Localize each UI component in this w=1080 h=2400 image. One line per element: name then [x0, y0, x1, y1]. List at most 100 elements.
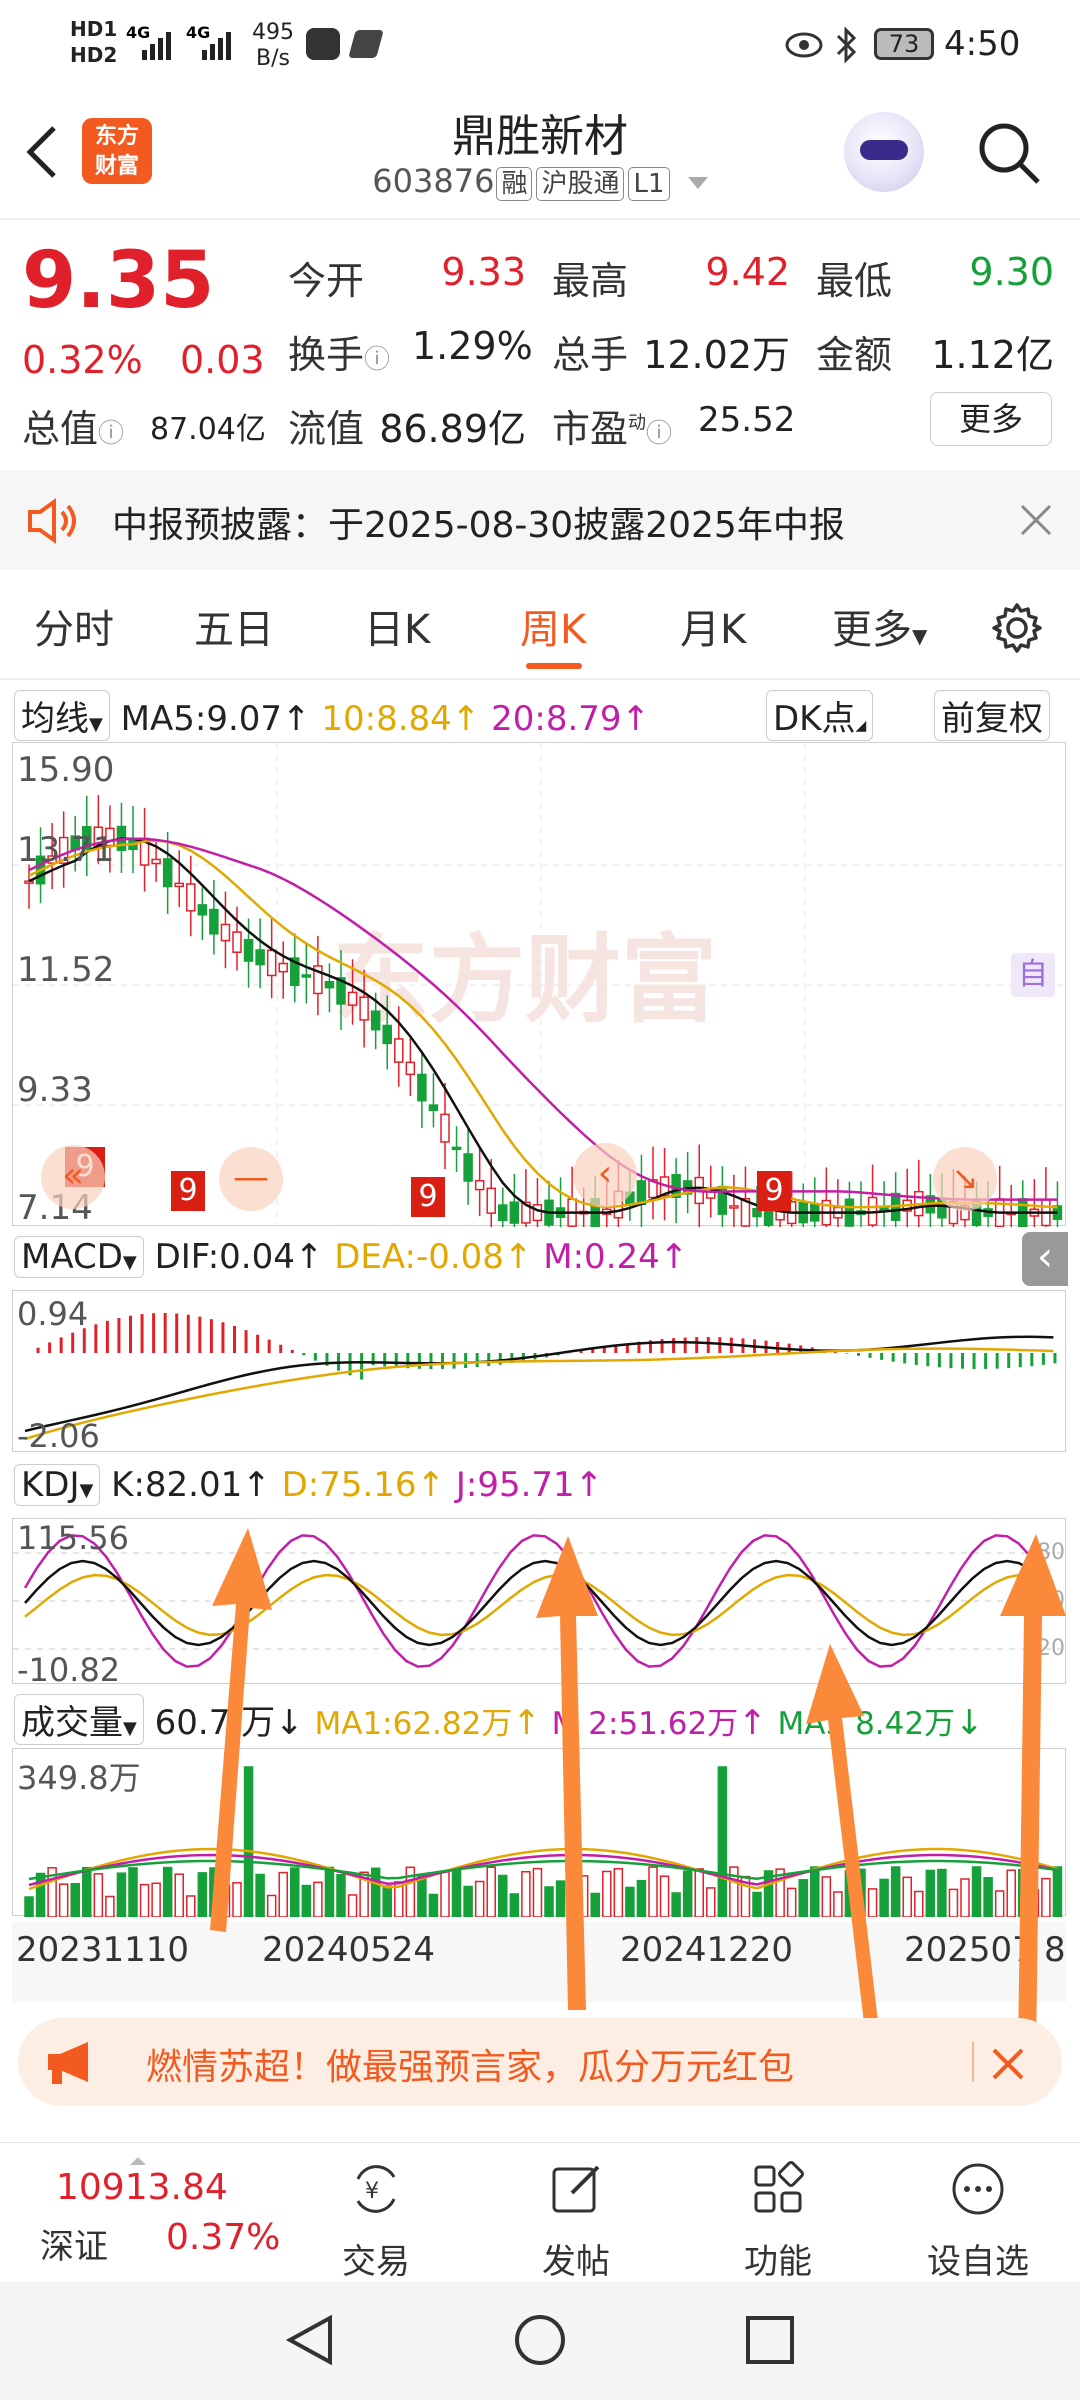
volume-bar: [266, 1894, 277, 1917]
volume-chart[interactable]: 349.8万: [12, 1748, 1066, 1917]
expand-arrow-icon[interactable]: ↘: [933, 1147, 997, 1211]
volume-bar: [1006, 1869, 1016, 1917]
candle-body: [370, 1010, 381, 1031]
volume-bar: [856, 1868, 866, 1917]
macd-bar: [221, 1322, 225, 1353]
macd-bar: [383, 1353, 387, 1367]
indicator-selector-ma[interactable]: 均线▼: [14, 690, 110, 741]
info-icon[interactable]: ⓘ: [364, 345, 390, 375]
indicator-selector-volume[interactable]: 成交量▼: [14, 1694, 144, 1745]
volume-bar: [578, 1875, 589, 1917]
system-nav-bar: [0, 2282, 1080, 2400]
assistant-robot-icon[interactable]: [844, 112, 924, 192]
date-label: 20241220: [620, 1930, 794, 1970]
macd-bar: [105, 1320, 109, 1353]
nav-recents-icon[interactable]: [742, 2312, 798, 2368]
macd-bar: [429, 1353, 433, 1369]
app-notification-icon: [306, 28, 340, 60]
margin-tag: 融: [496, 167, 533, 201]
volume-bar: [105, 1895, 115, 1917]
post-button[interactable]: 发帖: [506, 2159, 646, 2283]
macd-bar: [706, 1337, 710, 1353]
volume-bar: [983, 1876, 993, 1917]
tab-monthly-k[interactable]: 月K: [680, 597, 746, 655]
trade-button[interactable]: ¥ 交易: [306, 2159, 446, 2283]
kdj-chart[interactable]: 115.56 -10.82 80 50 20: [12, 1518, 1067, 1685]
info-icon[interactable]: ⓘ: [98, 419, 124, 449]
functions-button[interactable]: 功能: [708, 2159, 848, 2283]
market-cap-value: 87.04亿: [150, 412, 266, 447]
indicator-selector-kdj[interactable]: KDJ▼: [14, 1464, 101, 1506]
chevron-left-icon[interactable]: ‹: [573, 1143, 637, 1207]
promo-banner[interactable]: 燃情苏超！做最强预言家，瓜分万元红包: [18, 2018, 1062, 2106]
macd-bar: [464, 1353, 468, 1369]
volume-bar: [648, 1866, 658, 1917]
candle-body: [162, 858, 173, 888]
kdj-k: K:82.01: [111, 1465, 243, 1505]
more-quote-button[interactable]: 更多: [930, 392, 1052, 446]
volume-bar: [313, 1881, 323, 1917]
ma20-value: 20:8.79: [491, 699, 622, 739]
add-watchlist-button[interactable]: 设自选: [908, 2159, 1048, 2283]
close-icon[interactable]: [1018, 502, 1054, 538]
kdj-d: D:75.16: [281, 1465, 417, 1505]
more-dots-icon: [952, 2163, 1004, 2215]
notice-banner[interactable]: 中报预披露：于2025-08-30披露2025年中报: [0, 470, 1080, 570]
volume-bar: [925, 1869, 936, 1917]
macd-bar: [209, 1319, 213, 1353]
nav-back-icon[interactable]: [282, 2312, 338, 2368]
caret-down-icon: ▼: [123, 1718, 137, 1739]
low-label: 最低: [816, 259, 893, 303]
settings-gear-icon[interactable]: [990, 601, 1044, 655]
volume-bar: [486, 1866, 496, 1917]
double-chevron-left-icon[interactable]: «: [41, 1145, 105, 1209]
quote-panel: 9.35 0.32% 0.03 今开 9.33 最高 9.42 最低 9.30 …: [0, 220, 1080, 460]
tab-more[interactable]: 更多▼: [832, 597, 927, 655]
candle-body: [243, 938, 254, 962]
kline-chart[interactable]: 东方财富 15.90 13.71 11.52 9.33 7.14 自 9 9 9…: [12, 742, 1067, 1227]
megaphone-icon: [48, 2042, 88, 2084]
date-label: 20240524: [262, 1930, 436, 1970]
volume-bar: [498, 1874, 508, 1917]
tab-five-day[interactable]: 五日: [194, 597, 274, 655]
volume-bar: [162, 1866, 173, 1917]
volume-bar: [717, 1766, 728, 1917]
search-icon[interactable]: [976, 120, 1042, 186]
volume-bar: [671, 1892, 681, 1917]
macd-bar: [845, 1353, 849, 1354]
macd-bar: [360, 1353, 364, 1380]
candle-body: [359, 996, 369, 1021]
macd-chart[interactable]: 0.94 -2.06: [12, 1290, 1066, 1453]
volume-bar: [867, 1888, 878, 1917]
self-select-tag[interactable]: 自: [1011, 953, 1055, 997]
macd-bar: [48, 1342, 52, 1353]
adjust-mode-button[interactable]: 前复权: [934, 690, 1050, 741]
nav-home-icon[interactable]: [512, 2312, 568, 2368]
volume-bar: [509, 1893, 520, 1917]
candle-body: [451, 1146, 462, 1151]
index-ticker[interactable]: 10913.84 深证 0.37%: [40, 2157, 280, 2267]
signal-icon: 4G 4G: [126, 23, 231, 60]
speaker-icon: [28, 498, 76, 544]
high-value: 9.42: [705, 250, 790, 294]
dual-sim-icon: HD1 HD2: [70, 17, 118, 67]
volume-bar: [532, 1867, 543, 1917]
volume-bar: [174, 1873, 184, 1917]
candle-body: [197, 904, 208, 916]
status-bar: HD1 HD2 4G 4G 495 B/s 73 4:50: [0, 0, 1080, 92]
zoom-out-icon[interactable]: —: [219, 1147, 283, 1211]
tab-intraday[interactable]: 分时: [34, 597, 114, 655]
volume-bar: [613, 1868, 624, 1917]
arrow-up-icon: ↑: [451, 699, 481, 739]
volume-bar: [220, 1884, 231, 1917]
tab-weekly-k[interactable]: 周K: [520, 597, 586, 655]
collapse-panel-button[interactable]: ‹: [1022, 1232, 1068, 1286]
close-icon[interactable]: [988, 2044, 1028, 2084]
candle-body: [301, 974, 312, 978]
volume-bar: [1029, 1889, 1040, 1917]
dk-point-button[interactable]: DK点◢: [766, 690, 874, 741]
candle-body: [382, 1024, 392, 1045]
indicator-selector-macd[interactable]: MACD▼: [14, 1236, 144, 1278]
info-icon[interactable]: ⓘ: [646, 419, 672, 449]
tab-daily-k[interactable]: 日K: [364, 597, 430, 655]
